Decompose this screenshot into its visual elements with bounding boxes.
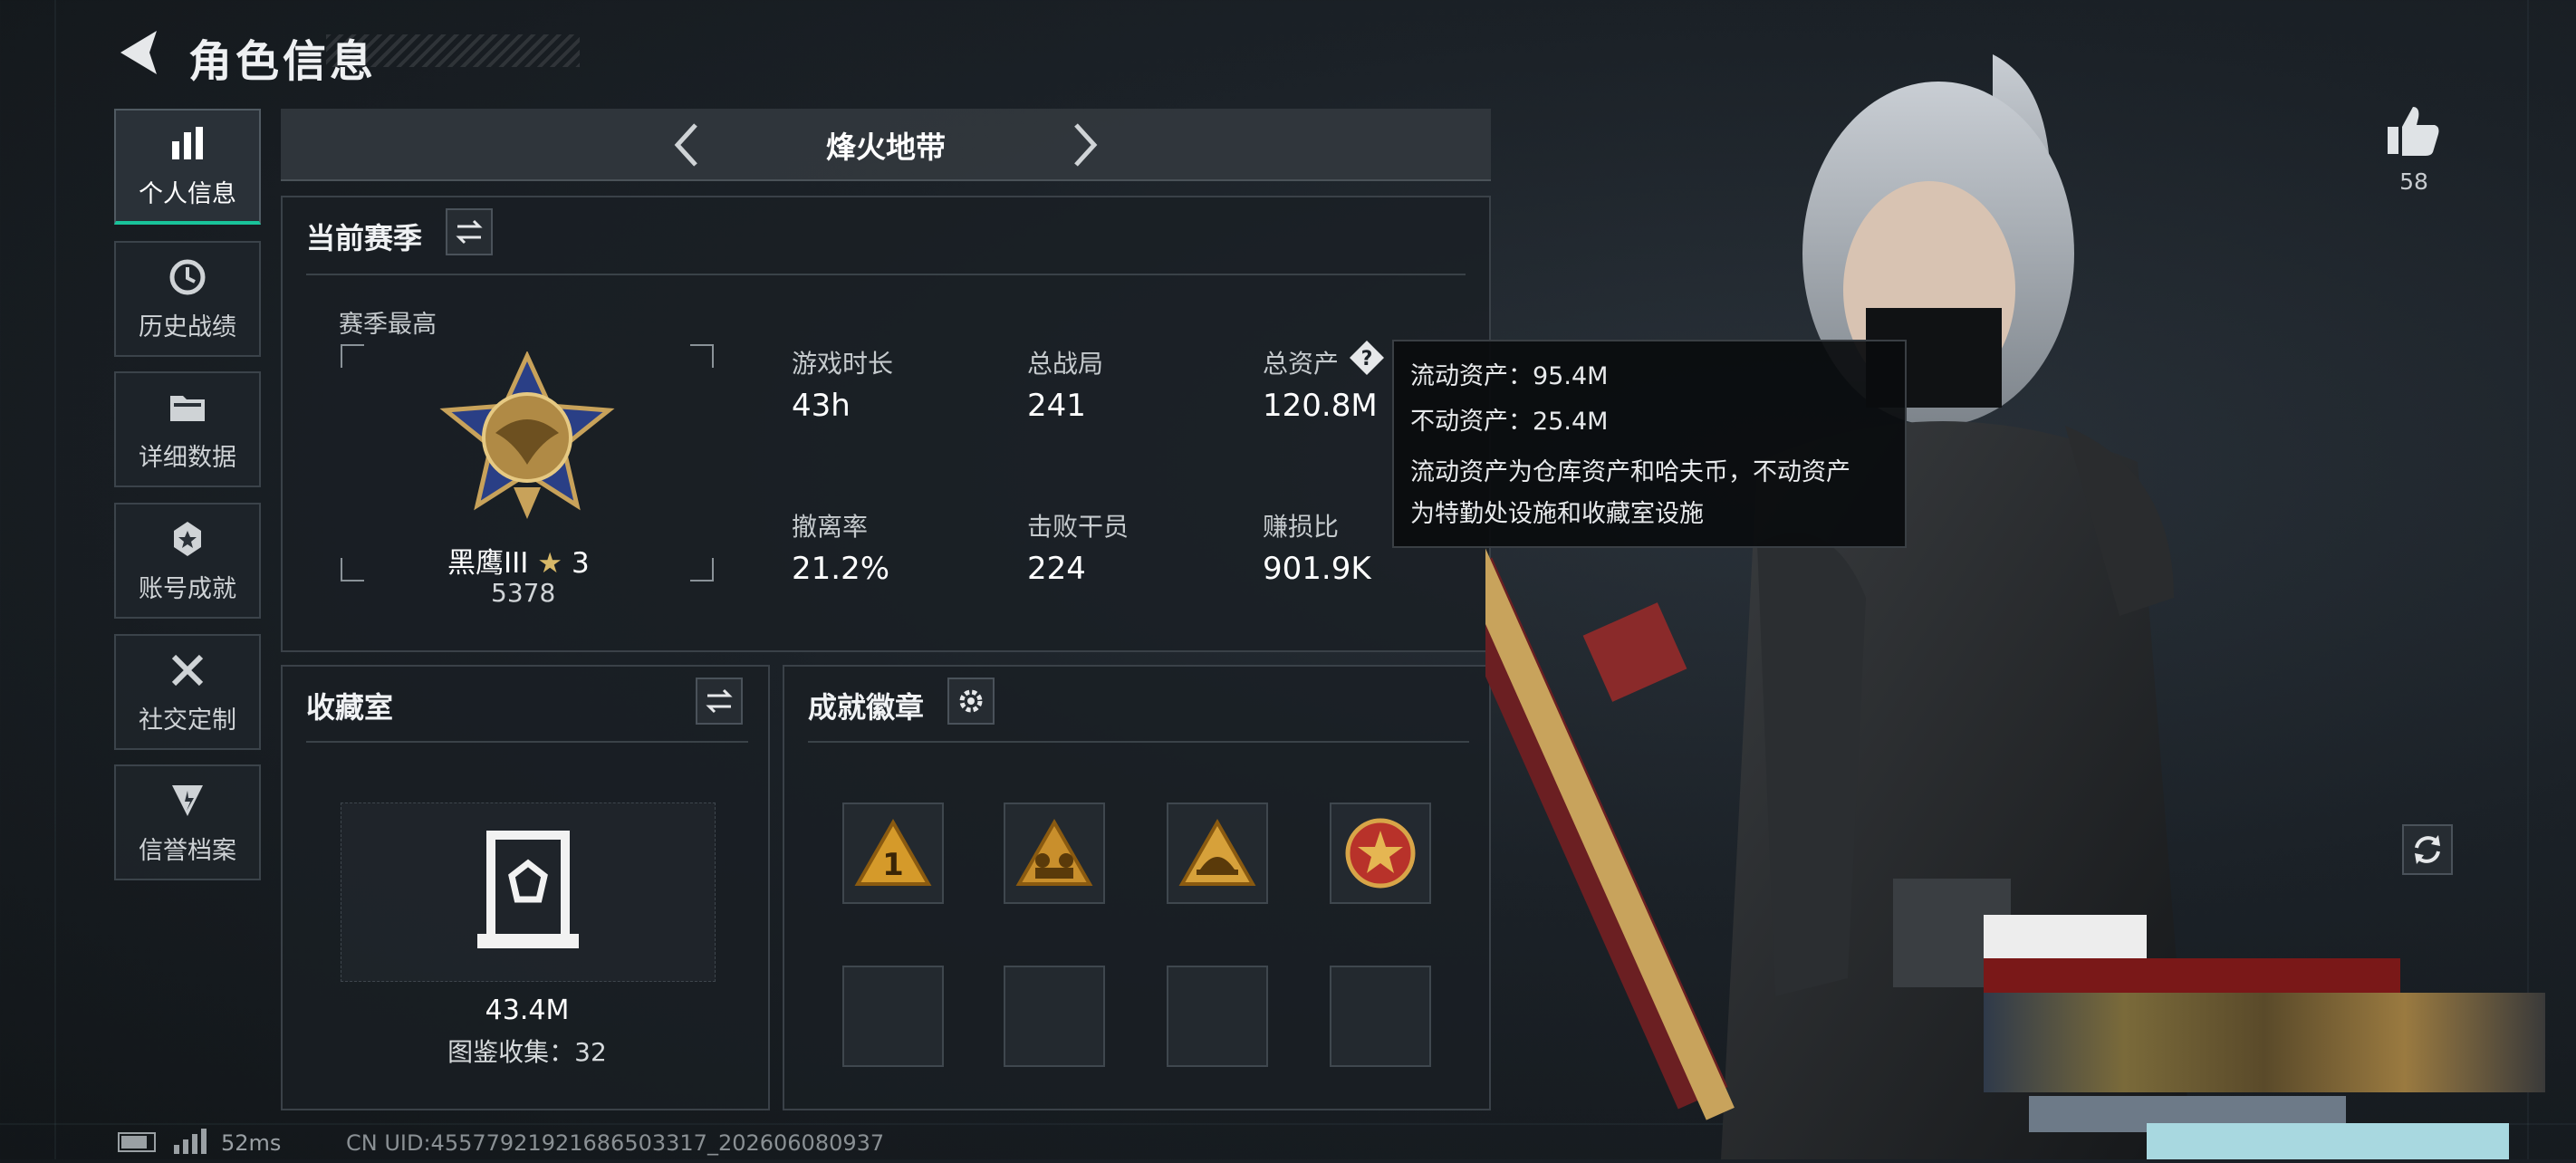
- history-clock-icon: [169, 259, 206, 294]
- tooltip-liquid-assets: 流动资产：95.4M: [1410, 362, 1609, 390]
- rank-stars: 3: [571, 547, 590, 580]
- back-arrow-icon: [120, 31, 157, 74]
- tooltip-description-2: 为特勤处设施和收藏室设施: [1410, 500, 1704, 528]
- swap-arrows-icon: [706, 688, 733, 714]
- badges-settings-button[interactable]: [947, 678, 995, 725]
- current-season-panel: 当前赛季 赛季最高 黑鹰III ★ 3 5378 游戏时长 43h 总战局 24…: [281, 196, 1491, 652]
- stat-label-profit-loss-ratio: 赚损比: [1263, 512, 1340, 542]
- chevron-left-icon: [674, 123, 697, 167]
- stat-value-total-matches: 241: [1027, 388, 1086, 424]
- credit-shield-icon: [172, 784, 203, 816]
- stat-label-total-assets: 总资产: [1263, 349, 1340, 379]
- achievement-badges-panel: 成就徽章 1: [783, 665, 1491, 1110]
- like-count: 58: [2399, 168, 2428, 195]
- badge-squad-icon: [1015, 818, 1093, 886]
- divider: [306, 741, 748, 743]
- divider: [808, 741, 1469, 743]
- season-title: 当前赛季: [306, 221, 423, 255]
- stat-value-total-assets: 120.8M: [1263, 388, 1378, 424]
- badge-slot[interactable]: 1: [842, 803, 944, 904]
- stat-value-extraction-rate: 21.2%: [792, 551, 890, 587]
- stat-value-operators-defeated: 224: [1027, 551, 1086, 587]
- folder-icon: [170, 395, 205, 421]
- uid-text: CN UID:4557792192168650331​7_20260608093…: [346, 1130, 885, 1156]
- sidebar-item-credit-file[interactable]: 信誉档案: [114, 764, 261, 880]
- rank-name-text: 黑鹰III: [447, 547, 529, 580]
- help-icon: ?: [1350, 341, 1384, 375]
- tooltip-description-1: 流动资产为仓库资产和哈夫币，不动资产: [1410, 458, 1850, 486]
- signal-icon: [174, 1129, 207, 1154]
- badge-rank-one-icon: 1: [854, 818, 932, 886]
- swap-arrows-icon: [456, 219, 483, 245]
- stat-label-playtime: 游戏时长: [792, 349, 894, 379]
- badge-slot-empty[interactable]: [842, 966, 944, 1067]
- mode-name: 烽火地带: [826, 130, 946, 165]
- thumbs-up-icon: [2388, 107, 2439, 156]
- collection-title: 收藏室: [306, 690, 394, 725]
- sidebar-item-label: 个人信息: [139, 179, 236, 208]
- collection-switch-button[interactable]: [696, 678, 743, 725]
- tools-icon: [171, 654, 204, 686]
- collection-catalog: 图鉴收集：32: [447, 1037, 607, 1067]
- mode-selector: 烽火地带: [281, 109, 1491, 181]
- achievement-icon: [174, 521, 201, 556]
- stat-label-operators-defeated: 击败干员: [1027, 512, 1129, 542]
- sidebar-item-achievements[interactable]: 账号成就: [114, 503, 261, 619]
- badge-slot[interactable]: [1330, 803, 1431, 904]
- badge-slot[interactable]: [1004, 803, 1105, 904]
- sidebar-item-label: 社交定制: [139, 706, 236, 735]
- star-icon: ★: [537, 547, 563, 580]
- season-switch-button[interactable]: [446, 208, 493, 255]
- badge-slot-empty[interactable]: [1004, 966, 1105, 1067]
- title-decoration: [326, 34, 580, 67]
- collection-preview[interactable]: [341, 803, 716, 982]
- stat-value-profit-loss-ratio: 901.9K: [1263, 551, 1371, 587]
- season-best-label: 赛季最高: [339, 311, 437, 339]
- mode-prev-button[interactable]: [661, 118, 716, 172]
- sidebar-item-social-custom[interactable]: 社交定制: [114, 634, 261, 750]
- divider: [306, 274, 1466, 275]
- stat-label-total-matches: 总战局: [1027, 349, 1104, 379]
- sidebar-item-label: 信誉档案: [139, 836, 236, 865]
- svg-text:?: ?: [1361, 348, 1373, 370]
- sidebar-item-label: 详细数据: [139, 443, 236, 472]
- rank-name: 黑鹰III ★ 3: [447, 540, 590, 581]
- stat-value-playtime: 43h: [792, 388, 851, 424]
- rank-score: 5378: [491, 578, 556, 608]
- mode-next-button[interactable]: [1056, 118, 1110, 172]
- chevron-right-icon: [1074, 123, 1098, 167]
- sidebar-item-label: 账号成就: [139, 574, 236, 603]
- bar-chart-icon: [172, 126, 203, 159]
- collection-value: 43.4M: [485, 995, 570, 1026]
- back-button[interactable]: [113, 25, 168, 80]
- stat-label-extraction-rate: 撤离率: [792, 512, 869, 542]
- badges-title: 成就徽章: [808, 690, 925, 725]
- sidebar-item-personal-info[interactable]: 个人信息: [114, 109, 261, 225]
- badge-star-medal-icon: [1345, 818, 1416, 889]
- badge-helmet-icon: [1178, 818, 1256, 886]
- like-button[interactable]: [2382, 100, 2446, 163]
- badge-slot[interactable]: [1167, 803, 1268, 904]
- sidebar-item-detailed-data[interactable]: 详细数据: [114, 371, 261, 487]
- badge-slot-empty[interactable]: [1167, 966, 1268, 1067]
- gear-icon: [959, 689, 983, 713]
- assets-help-button[interactable]: ?: [1348, 339, 1386, 377]
- ping-text: 52ms: [221, 1130, 282, 1156]
- display-case-icon: [477, 831, 579, 948]
- sidebar-item-label: 历史战绩: [139, 312, 236, 341]
- assets-tooltip: 流动资产：95.4M 不动资产：25.4M 流动资产为仓库资产和哈夫币，不动资产…: [1392, 340, 1907, 548]
- rank-emblem-icon: [439, 351, 615, 519]
- svg-text:1: 1: [882, 847, 904, 883]
- sidebar-item-history[interactable]: 历史战绩: [114, 241, 261, 357]
- tooltip-fixed-assets: 不动资产：25.4M: [1410, 408, 1609, 436]
- pixelated-region: [1893, 860, 2545, 1159]
- battery-icon: [118, 1132, 156, 1152]
- collection-room-panel: 收藏室 43.4M 图鉴收集：32: [281, 665, 770, 1110]
- badge-slot-empty[interactable]: [1330, 966, 1431, 1067]
